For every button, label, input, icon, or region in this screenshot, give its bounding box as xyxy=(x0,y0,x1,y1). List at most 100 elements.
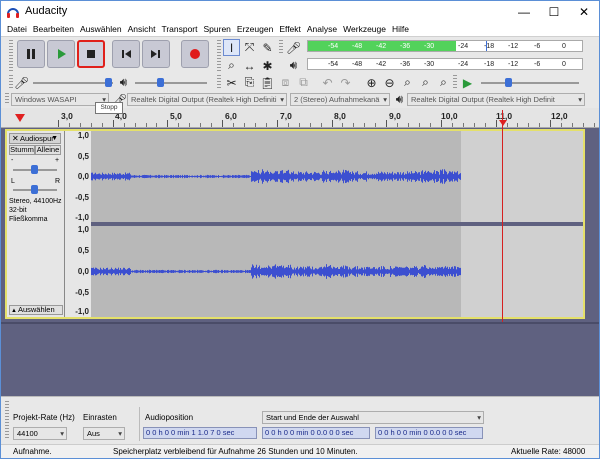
track-close-icon[interactable]: ✕ xyxy=(12,134,19,143)
ruler-major-tick xyxy=(112,120,114,127)
zoom-out-icon[interactable]: ⊖ xyxy=(381,74,398,91)
toolbar-grip[interactable] xyxy=(279,40,283,54)
menu-hilfe[interactable]: Hilfe xyxy=(389,23,412,36)
silence-icon[interactable]: ⧉ xyxy=(295,74,312,91)
ruler-minor-tick xyxy=(462,123,464,127)
playback-position-marker xyxy=(499,120,507,126)
slider-knob[interactable] xyxy=(105,78,112,87)
play-at-speed-icon[interactable]: ▶ xyxy=(459,74,476,91)
mixer-speaker-icon: 🔊︎ xyxy=(119,75,128,89)
envelope-tool-icon[interactable]: ⤧ xyxy=(241,39,258,56)
ruler-minor-tick xyxy=(320,123,322,127)
meter-label: -36 xyxy=(400,43,411,50)
menu-werkzeuge[interactable]: Werkzeuge xyxy=(340,23,389,36)
toolbar-grip[interactable] xyxy=(9,40,13,72)
track-name-bar[interactable]: ✕ Audiospur ▼ xyxy=(9,133,61,144)
timeline-ruler[interactable]: 3,0 4,0 5,0 6,0 7,0 8,0 9,0 10,0 11,0 12… xyxy=(1,108,599,128)
ruler-minor-tick xyxy=(572,123,574,127)
record-button[interactable] xyxy=(181,40,209,68)
selection-end-time[interactable]: 0 0 h 0 0 min 0 0.0 0 0 sec xyxy=(375,427,483,439)
minimize-button[interactable]: — xyxy=(509,1,539,23)
solo-button[interactable]: Alleine xyxy=(35,145,61,155)
ruler-major-tick xyxy=(276,120,278,127)
pause-icon xyxy=(27,49,35,59)
multi-tool-icon[interactable]: ✱ xyxy=(259,57,276,74)
slider-knob[interactable] xyxy=(505,78,512,87)
timeshift-tool-icon[interactable]: ↔ xyxy=(241,57,258,74)
zoom-in-icon[interactable]: ⊕ xyxy=(363,74,380,91)
track-panel[interactable]: ✕ Audiospur ▼ Stumm Alleine - + L R Ster… xyxy=(1,128,599,396)
stop-button[interactable] xyxy=(77,40,105,68)
recording-device-select[interactable]: Realtek Digital Output (Realtek High Def… xyxy=(127,93,287,106)
stop-icon xyxy=(87,50,95,58)
copy-icon[interactable]: ⎘ xyxy=(241,74,258,91)
ruler-minor-tick xyxy=(233,123,235,127)
mute-button[interactable]: Stumm xyxy=(9,145,35,155)
menu-effekt[interactable]: Effekt xyxy=(276,23,304,36)
pan-left-label: L xyxy=(11,178,15,185)
ruler-minor-tick xyxy=(561,123,563,127)
pan-slider[interactable] xyxy=(13,185,57,194)
slider-knob[interactable] xyxy=(31,185,38,194)
play-at-speed-slider[interactable] xyxy=(481,78,579,87)
skip-to-start-button[interactable] xyxy=(112,40,140,68)
zoom-toggle-icon[interactable]: ⌕ xyxy=(435,74,452,91)
snap-to-select[interactable]: Aus xyxy=(83,427,125,440)
close-button[interactable]: ✕ xyxy=(569,1,599,23)
gain-minus-label: - xyxy=(11,157,14,164)
undo-icon[interactable]: ↶ xyxy=(319,74,336,91)
cut-icon[interactable]: ✂ xyxy=(223,74,240,91)
selection-start-time[interactable]: 0 0 h 0 0 min 0 0.0 0 0 sec xyxy=(262,427,370,439)
maximize-button[interactable]: ☐ xyxy=(539,1,569,23)
play-head-arrow-icon[interactable] xyxy=(15,114,25,122)
menu-ansicht[interactable]: Ansicht xyxy=(125,23,159,36)
menu-analyse[interactable]: Analyse xyxy=(304,23,340,36)
menu-transport[interactable]: Transport xyxy=(158,23,200,36)
recording-volume-slider[interactable] xyxy=(33,78,113,87)
skip-to-end-button[interactable] xyxy=(142,40,170,68)
pause-button[interactable] xyxy=(17,40,45,68)
toolbar-grip[interactable] xyxy=(453,75,457,89)
recording-channels-select[interactable]: 2 (Stereo) Aufnahmekanä xyxy=(290,93,390,106)
playback-device-select[interactable]: Realtek Digital Output (Realtek High Def… xyxy=(407,93,585,106)
redo-icon[interactable]: ↷ xyxy=(337,74,354,91)
menu-datei[interactable]: Datei xyxy=(1,23,30,36)
title-bar: Audacity — ☐ ✕ xyxy=(1,1,599,23)
meter-label: -6 xyxy=(534,61,541,68)
selection-tool-icon[interactable]: I xyxy=(223,39,240,56)
speaker-icon[interactable]: 🔊︎ xyxy=(285,57,302,74)
menu-bearbeiten[interactable]: Bearbeiten xyxy=(30,23,77,36)
slider-knob[interactable] xyxy=(157,78,164,87)
menu-auswaehlen[interactable]: Auswählen xyxy=(77,23,125,36)
toolbar-grip[interactable] xyxy=(5,401,9,439)
menu-erzeugen[interactable]: Erzeugen xyxy=(234,23,276,36)
slider-knob[interactable] xyxy=(31,165,38,174)
selection-mode-select[interactable]: Start und Ende der Auswahl xyxy=(262,411,484,424)
track-name[interactable]: Audiospur xyxy=(20,134,54,143)
trim-icon[interactable]: ⧈ xyxy=(277,74,294,91)
waveform-channel-left[interactable] xyxy=(91,131,583,222)
track-menu-arrow-icon[interactable]: ▼ xyxy=(51,134,58,143)
toolbar-grip[interactable] xyxy=(217,75,221,89)
playback-meter[interactable]: -54 -48 -42 -36 -30 -24 -18 -12 -6 0 xyxy=(307,58,583,70)
audio-position-time[interactable]: 0 0 h 0 0 min 1 1.0 7 0 sec xyxy=(143,427,257,439)
ruler-label: 9,0 xyxy=(389,111,401,121)
fit-project-icon[interactable]: ⌕ xyxy=(417,74,434,91)
ruler-minor-tick xyxy=(156,123,158,127)
microphone-icon[interactable]: 🎤︎ xyxy=(285,39,302,56)
zoom-tool-icon[interactable]: ⌕ xyxy=(223,57,240,74)
toolbar-grip[interactable] xyxy=(5,93,9,105)
play-button[interactable] xyxy=(47,40,75,68)
toolbar-grip[interactable] xyxy=(217,40,221,72)
fit-selection-icon[interactable]: ⌕ xyxy=(399,74,416,91)
paste-icon[interactable]: 📋︎ xyxy=(259,74,276,91)
record-meter[interactable]: -54 -48 -42 -36 -30 -24 -18 -12 -6 0 xyxy=(307,40,583,52)
select-track-button[interactable]: ▲Auswählen xyxy=(9,305,63,315)
menu-spuren[interactable]: Spuren xyxy=(201,23,234,36)
waveform-channel-right[interactable] xyxy=(91,226,583,317)
project-rate-select[interactable]: 44100 xyxy=(13,427,67,440)
audio-track[interactable]: ✕ Audiospur ▼ Stumm Alleine - + L R Ster… xyxy=(5,129,585,319)
playback-volume-slider[interactable] xyxy=(135,78,207,87)
draw-tool-icon[interactable]: ✎ xyxy=(259,39,276,56)
gain-slider[interactable] xyxy=(13,165,57,174)
